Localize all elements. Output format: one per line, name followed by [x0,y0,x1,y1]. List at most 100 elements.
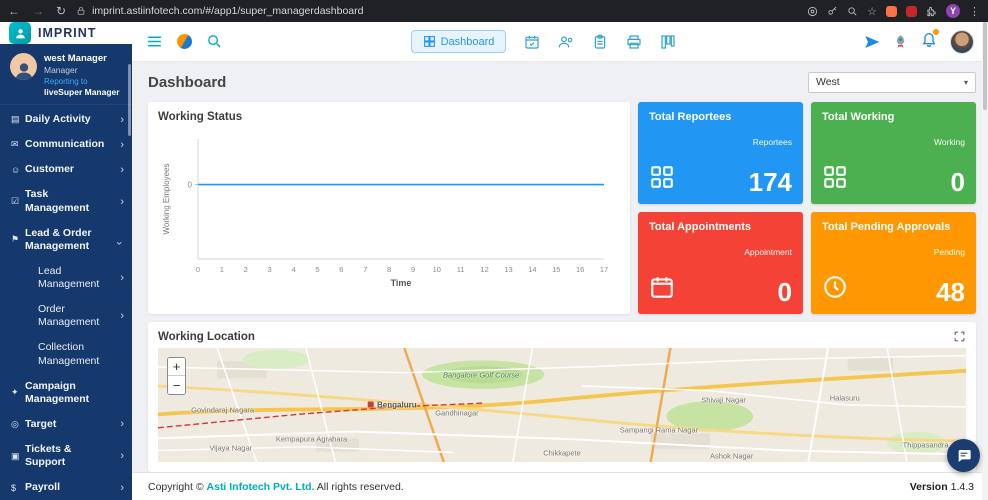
zoom-in-button[interactable]: + [168,358,185,376]
svg-text:7: 7 [363,265,367,274]
address-bar[interactable]: imprint.astiinfotech.com/#/app1/super_ma… [76,5,797,17]
map-label-kempapura-agrahara: Kempapura Agrahara [275,434,348,444]
navbar-user-avatar[interactable] [950,29,974,54]
notifications-bell[interactable] [921,29,939,52]
browser-menu-icon[interactable]: ⋮ [969,5,980,18]
menu-label: Task Management [25,188,90,214]
menu-label: Daily Activity [25,113,91,125]
map[interactable]: Bangalore Golf Course Govindaraj Nagara Be… [158,348,966,462]
sidebar-item-lead-management[interactable]: Lead Management › [0,259,132,297]
calendar-check-icon[interactable] [524,34,540,50]
user-role: Manager [44,65,78,75]
map-zoom-control: + − [167,357,186,395]
sidebar-item-customer[interactable]: ☺ Customer › [0,157,132,182]
brand-header[interactable]: IMPRINT [0,22,132,44]
chevron-down-icon: › [113,241,125,245]
browser-profile-avatar[interactable]: Y [946,4,960,18]
clipboard-icon[interactable] [592,34,608,50]
rocket-icon[interactable] [893,34,908,49]
svg-text:10: 10 [433,265,441,274]
admin-users-icon[interactable] [558,34,574,50]
zoom-out-button[interactable]: − [168,376,185,394]
fullscreen-icon[interactable] [953,330,966,343]
chevron-right-icon: › [120,163,124,176]
sidebar-item-task-management[interactable]: ☑ Task Management › [0,182,132,220]
browser-back-icon[interactable]: ← [8,4,20,18]
sidebar-item-target[interactable]: ◎ Target › [0,412,132,437]
sidebar-item-communication[interactable]: ✉ Communication › [0,132,132,157]
zoom-icon[interactable] [847,6,858,17]
kanban-board-icon[interactable] [660,34,676,50]
browser-forward-icon[interactable]: → [32,4,44,18]
extensions-puzzle-icon[interactable] [926,6,937,17]
user-avatar [10,53,37,80]
browser-chrome: ← → ↻ imprint.astiinfotech.com/#/app1/su… [0,0,988,22]
copyright: Copyright © Asti Infotech Pvt. Ltd. All … [148,481,404,493]
chevron-right-icon: › [120,113,124,126]
extension-orange-icon[interactable] [886,5,897,17]
stat-card-total-pending-approvals[interactable]: Total Pending Approvals Pending 48 [811,212,976,314]
sidebar-item-campaign-management[interactable]: ✦ Campaign Management [0,374,132,412]
tickets-support-icon: ▣ [11,450,20,461]
url-text[interactable]: imprint.astiinfotech.com/#/app1/super_ma… [92,5,363,17]
sidebar: IMPRINT west Manager Manager Reporting t… [0,22,132,500]
working-status-chart: 00 1 2 3 4 5 6 7 8 9 10 11 12 13 14 15 16 17TimeWorking E… [162,139,608,288]
sidebar-item-lead-order-management[interactable]: ⚑ Lead & Order Management › [0,221,132,259]
extension-red-icon[interactable] [906,5,917,17]
reporting-to: liveSuper Manager [44,87,120,97]
copyright-prefix: Copyright © [148,480,207,493]
eye-icon[interactable] [807,6,818,17]
menu-label: Customer [25,163,75,176]
stat-title: Total Appointments [649,221,752,233]
menu-label: Tickets & Support [25,443,72,469]
menu-label: Communication [25,138,105,151]
sidebar-scrollbar[interactable] [128,64,131,136]
stat-value: 174 [748,167,792,197]
browser-refresh-icon[interactable]: ↻ [56,4,66,18]
svg-text:16: 16 [576,265,584,274]
svg-text:1: 1 [220,265,224,274]
stat-sublabel: Pending [933,247,965,257]
communication-icon: ✉ [11,139,19,150]
key-icon[interactable] [827,6,838,17]
send-icon[interactable] [864,34,880,50]
clock-icon [822,274,848,305]
page-scrollbar[interactable] [982,22,988,500]
theme-icon[interactable] [177,34,192,49]
stat-card-total-appointments[interactable]: Total Appointments Appointment 0 [638,212,803,314]
sidebar-item-payroll[interactable]: $ Payroll › [0,475,132,500]
search-icon[interactable] [206,33,223,50]
stat-card-total-reportees[interactable]: Total Reportees Reportees 174 [638,102,803,204]
sidebar-item-collection-management[interactable]: Collection Management [0,335,132,373]
brand-name: IMPRINT [38,26,97,40]
customer-icon: ☺ [11,164,21,175]
hamburger-menu-icon[interactable] [146,33,163,50]
svg-text:9: 9 [411,265,415,274]
sidebar-item-daily-activity[interactable]: ▤ Daily Activity › [0,107,132,132]
sidebar-item-order-management[interactable]: Order Management › [0,297,132,335]
stat-sublabel: Reportees [752,137,792,147]
top-navbar: Dashboard [132,22,988,62]
version-value: 1.4.3 [950,480,974,493]
menu-label: Lead Management [38,264,100,290]
sidebar-item-tickets-support[interactable]: ▣ Tickets & Support › [0,437,132,475]
grid-icon [822,164,848,195]
campaign-management-icon: ✦ [11,387,19,398]
menu-label: Collection Management [38,341,100,367]
printer-icon[interactable] [626,34,642,50]
company-link[interactable]: Asti Infotech Pvt. Ltd. [207,481,315,493]
working-location-card: Working Location Bangalore Golf Course G… [148,322,976,472]
stat-card-total-working[interactable]: Total Working Working 0 [811,102,976,204]
bookmark-star-icon[interactable]: ☆ [867,5,877,18]
svg-text:0: 0 [188,181,193,190]
map-label-shivaji-nagar: Shivaji Nagar [701,395,746,405]
site-info-icon[interactable] [76,6,86,16]
sidebar-menu: ▤ Daily Activity › ✉ Communication › ☺ Customer… [0,105,132,500]
tab-dashboard[interactable]: Dashboard [410,30,507,53]
menu-label: Campaign Management [25,379,90,405]
user-profile[interactable]: west Manager Manager Reporting to liveSu… [0,44,132,105]
region-select[interactable]: West ▾ [808,71,976,93]
chat-icon [958,449,971,462]
chat-fab-button[interactable] [947,439,980,472]
scrollbar-thumb[interactable] [983,22,987,110]
